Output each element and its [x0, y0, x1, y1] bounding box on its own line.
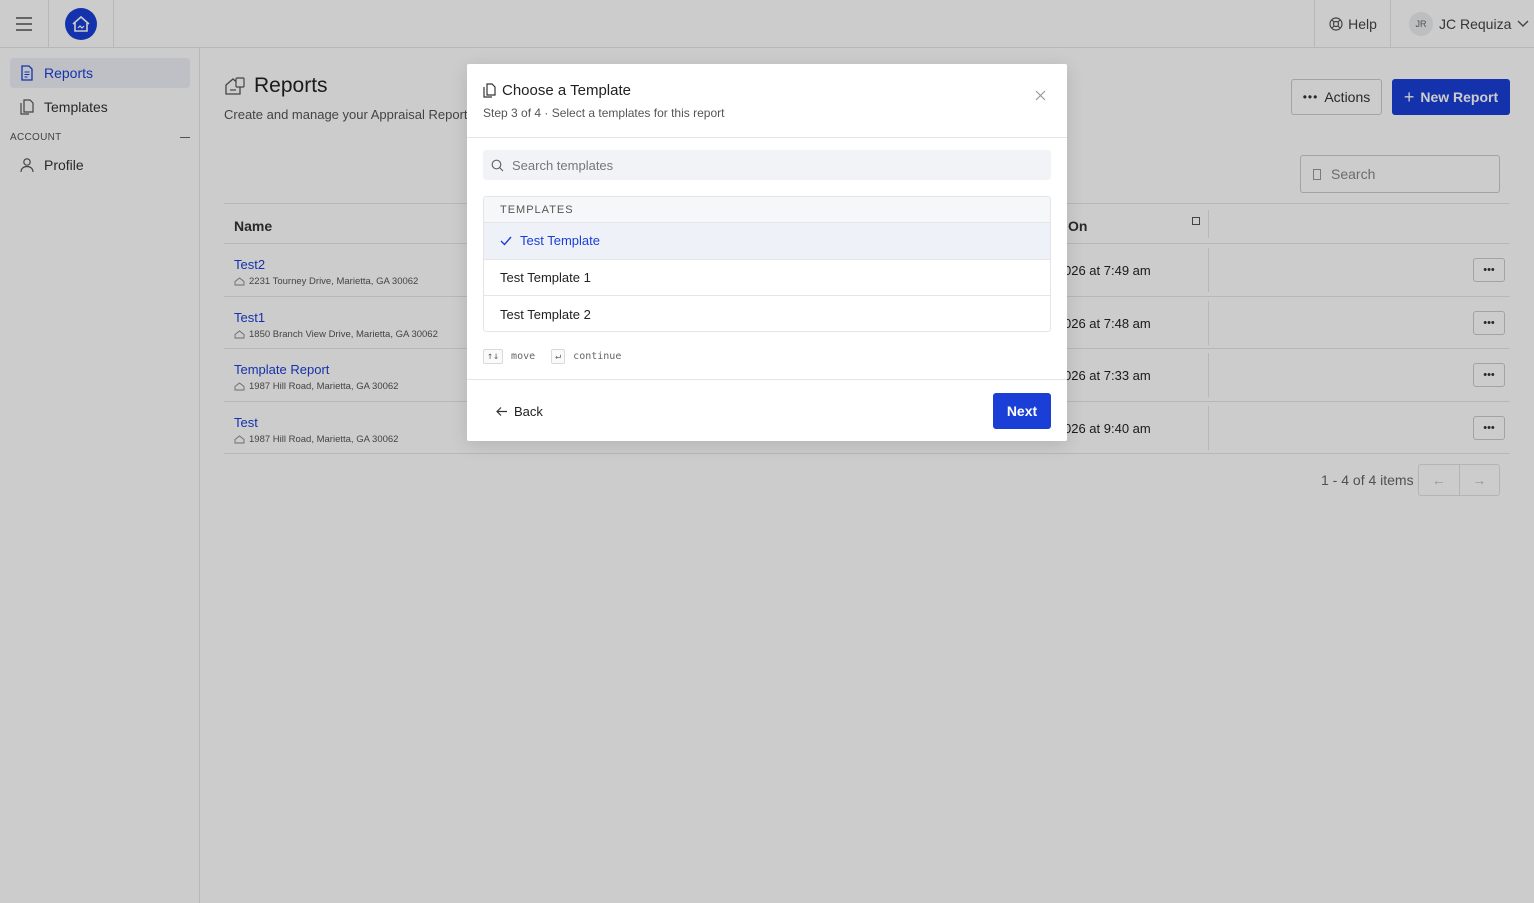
modal-title: Choose a Template: [483, 82, 631, 99]
choose-template-modal: Choose a Template Step 3 of 4 · Select a…: [467, 64, 1067, 441]
next-button[interactable]: Next: [993, 393, 1051, 429]
modal-step-text: Step 3 of 4 · Select a templates for thi…: [483, 106, 725, 120]
template-option[interactable]: Test Template 2: [484, 296, 1050, 331]
template-search-placeholder: Search templates: [512, 157, 614, 173]
check-icon: [500, 236, 512, 246]
template-list: TEMPLATES Test Template Test Template 1 …: [483, 196, 1051, 332]
search-icon: [491, 159, 504, 171]
modal-header: Choose a Template Step 3 of 4 · Select a…: [467, 64, 1067, 138]
template-option[interactable]: Test Template 1: [484, 260, 1050, 296]
back-button[interactable]: Back: [495, 404, 543, 419]
keyboard-hints: ↑↓ move ↵ continue: [483, 349, 621, 364]
modal-footer: Back Next: [467, 379, 1067, 441]
template-option-label: Test Template: [520, 233, 600, 249]
template-search-input[interactable]: Search templates: [483, 150, 1051, 180]
back-label: Back: [514, 404, 543, 419]
copy-icon: [483, 83, 496, 98]
close-icon: [1035, 90, 1046, 101]
continue-hint-label: continue: [573, 351, 622, 362]
close-button[interactable]: [1035, 86, 1046, 104]
template-option[interactable]: Test Template: [484, 223, 1050, 260]
move-hint: ↑↓ move: [483, 349, 535, 364]
continue-key: ↵: [551, 349, 566, 364]
template-list-header: TEMPLATES: [484, 197, 1050, 223]
template-option-label: Test Template 2: [500, 306, 591, 322]
move-hint-label: move: [511, 351, 536, 362]
move-key: ↑↓: [483, 349, 504, 364]
template-option-label: Test Template 1: [500, 269, 591, 285]
modal-title-text: Choose a Template: [502, 82, 631, 99]
continue-hint: ↵ continue: [551, 349, 621, 364]
arrow-left-icon: [496, 407, 507, 416]
